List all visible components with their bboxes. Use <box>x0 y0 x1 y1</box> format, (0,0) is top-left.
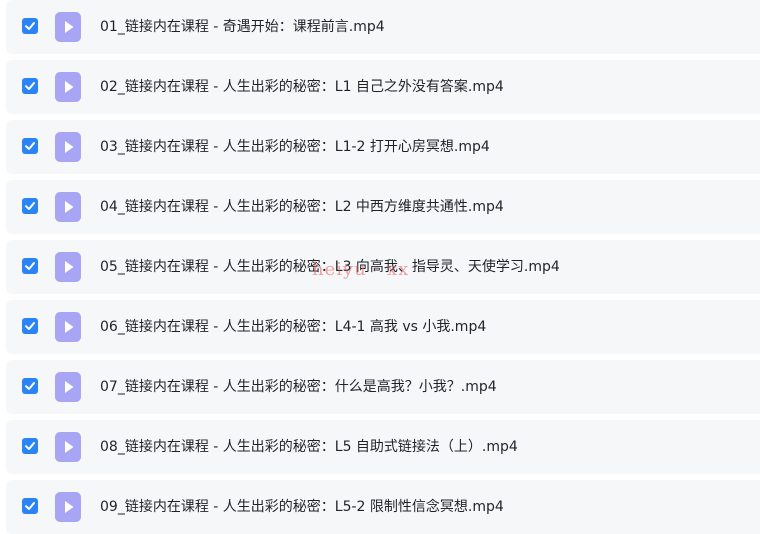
check-icon <box>25 142 35 150</box>
file-row[interactable]: 02_链接内在课程 - 人生出彩的秘密：L1 自己之外没有答案.mp4 <box>6 60 760 114</box>
check-icon <box>25 382 35 390</box>
file-name: 06_链接内在课程 - 人生出彩的秘密：L4-1 高我 vs 小我.mp4 <box>100 319 487 335</box>
row-checkbox[interactable] <box>22 378 38 394</box>
file-name: 08_链接内在课程 - 人生出彩的秘密：L5 自助式链接法（上）.mp4 <box>100 439 518 455</box>
row-checkbox[interactable] <box>22 438 38 454</box>
row-checkbox[interactable] <box>22 198 38 214</box>
video-file-icon <box>55 252 81 282</box>
check-icon <box>25 22 35 30</box>
file-row[interactable]: 07_链接内在课程 - 人生出彩的秘密：什么是高我？小我？.mp4 <box>6 360 760 414</box>
file-name: 02_链接内在课程 - 人生出彩的秘密：L1 自己之外没有答案.mp4 <box>100 79 504 95</box>
check-icon <box>25 82 35 90</box>
video-file-icon <box>55 12 81 42</box>
video-file-icon <box>55 432 81 462</box>
row-checkbox[interactable] <box>22 18 38 34</box>
video-file-icon <box>55 492 81 522</box>
file-list: 01_链接内在课程 - 奇遇开始：课程前言.mp4 02_链接内在课程 - 人生… <box>0 0 760 534</box>
file-row[interactable]: 05_链接内在课程 - 人生出彩的秘密：L3 向高我、指导灵、天使学习.mp4 <box>6 240 760 294</box>
video-file-icon <box>55 372 81 402</box>
file-row[interactable]: 08_链接内在课程 - 人生出彩的秘密：L5 自助式链接法（上）.mp4 <box>6 420 760 474</box>
check-icon <box>25 442 35 450</box>
video-file-icon <box>55 132 81 162</box>
row-checkbox[interactable] <box>22 258 38 274</box>
check-icon <box>25 322 35 330</box>
file-name: 01_链接内在课程 - 奇遇开始：课程前言.mp4 <box>100 19 385 35</box>
file-row[interactable]: 04_链接内在课程 - 人生出彩的秘密：L2 中西方维度共通性.mp4 <box>6 180 760 234</box>
video-file-icon <box>55 72 81 102</box>
row-checkbox[interactable] <box>22 78 38 94</box>
file-name: 04_链接内在课程 - 人生出彩的秘密：L2 中西方维度共通性.mp4 <box>100 199 504 215</box>
video-file-icon <box>55 192 81 222</box>
row-checkbox[interactable] <box>22 318 38 334</box>
file-row[interactable]: 09_链接内在课程 - 人生出彩的秘密：L5-2 限制性信念冥想.mp4 <box>6 480 760 534</box>
file-name: 09_链接内在课程 - 人生出彩的秘密：L5-2 限制性信念冥想.mp4 <box>100 499 504 515</box>
file-row[interactable]: 06_链接内在课程 - 人生出彩的秘密：L4-1 高我 vs 小我.mp4 <box>6 300 760 354</box>
file-name: 07_链接内在课程 - 人生出彩的秘密：什么是高我？小我？.mp4 <box>100 379 497 395</box>
file-name: 03_链接内在课程 - 人生出彩的秘密：L1-2 打开心房冥想.mp4 <box>100 139 490 155</box>
video-file-icon <box>55 312 81 342</box>
check-icon <box>25 262 35 270</box>
file-name: 05_链接内在课程 - 人生出彩的秘密：L3 向高我、指导灵、天使学习.mp4 <box>100 259 560 275</box>
row-checkbox[interactable] <box>22 498 38 514</box>
check-icon <box>25 202 35 210</box>
check-icon <box>25 502 35 510</box>
row-checkbox[interactable] <box>22 138 38 154</box>
file-row[interactable]: 03_链接内在课程 - 人生出彩的秘密：L1-2 打开心房冥想.mp4 <box>6 120 760 174</box>
file-row[interactable]: 01_链接内在课程 - 奇遇开始：课程前言.mp4 <box>6 0 760 54</box>
